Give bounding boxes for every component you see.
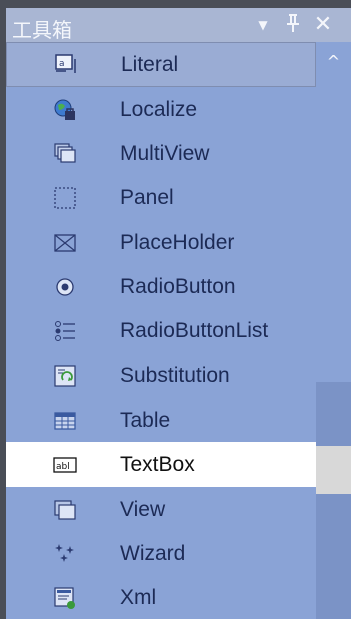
- toolbox-item-label: Wizard: [120, 541, 186, 565]
- toolbox-item-textbox[interactable]: abl TextBox: [6, 442, 316, 487]
- toolbox-item-literal[interactable]: a Literal: [6, 42, 316, 87]
- scroll-up-arrow-icon[interactable]: ^: [316, 42, 351, 82]
- toolbox-item-radiobuttonlist[interactable]: RadioButtonList: [6, 308, 316, 353]
- toolbox-item-panel[interactable]: Panel: [6, 175, 316, 220]
- textbox-icon: abl: [53, 453, 77, 477]
- toolbox-item-label: Panel: [120, 185, 174, 209]
- toolbox-item-label: RadioButton: [120, 274, 236, 298]
- close-icon[interactable]: ✕: [312, 12, 334, 38]
- radiobutton-icon: [53, 275, 77, 299]
- pin-icon[interactable]: [282, 12, 304, 38]
- radiobuttonlist-icon: [53, 319, 77, 343]
- toolbox-item-localize[interactable]: Localize: [6, 87, 316, 132]
- toolbox-item-xml[interactable]: Xml: [6, 575, 316, 619]
- literal-icon: a: [54, 53, 78, 77]
- toolbox-item-multiview[interactable]: MultiView: [6, 131, 316, 176]
- toolbox-item-label: PlaceHolder: [120, 230, 235, 254]
- svg-text:a: a: [59, 59, 65, 69]
- toolbox-item-label: Literal: [121, 52, 179, 76]
- svg-text:abl: abl: [56, 462, 70, 472]
- view-icon: [53, 498, 77, 522]
- table-icon: [53, 409, 77, 433]
- toolbox-item-radiobutton[interactable]: RadioButton: [6, 264, 316, 309]
- dropdown-icon[interactable]: ▼: [252, 12, 274, 38]
- multiview-icon: [53, 142, 77, 166]
- toolbox-item-wizard[interactable]: Wizard: [6, 531, 316, 576]
- panel-icon: [53, 186, 77, 210]
- wizard-icon: [53, 542, 77, 566]
- toolbox-item-substitution[interactable]: Substitution: [6, 353, 316, 398]
- toolbox-item-label: View: [120, 497, 166, 521]
- toolbox-item-label: RadioButtonList: [120, 318, 269, 342]
- toolbox-title: 工具箱: [12, 18, 72, 42]
- toolbox-item-label: Table: [120, 408, 171, 432]
- toolbox-item-label: MultiView: [120, 141, 210, 165]
- toolbox-item-list: a Literal Localize MultiView Panel Place…: [6, 42, 316, 619]
- toolbox-item-label: TextBox: [120, 452, 195, 476]
- toolbox-titlebar: 工具箱 ▼ ✕: [6, 8, 351, 42]
- toolbox-item-placeholder[interactable]: PlaceHolder: [6, 220, 316, 265]
- localize-icon: [53, 98, 77, 122]
- window-frame: 工具箱 ▼ ✕ a Literal Localize MultiView Pan…: [0, 0, 351, 619]
- toolbox-panel: 工具箱 ▼ ✕ a Literal Localize MultiView Pan…: [6, 8, 351, 619]
- toolbox-item-view[interactable]: View: [6, 487, 316, 532]
- scrollbar-track[interactable]: [316, 382, 351, 619]
- toolbox-item-label: Localize: [120, 97, 198, 121]
- xml-icon: [53, 586, 77, 610]
- placeholder-icon: [53, 231, 77, 255]
- toolbox-item-label: Xml: [120, 585, 157, 609]
- vertical-scrollbar[interactable]: ^: [316, 42, 351, 619]
- toolbox-item-label: Substitution: [120, 363, 230, 387]
- substitution-icon: [53, 364, 77, 388]
- toolbox-item-table[interactable]: Table: [6, 398, 316, 443]
- scrollbar-thumb[interactable]: [316, 446, 351, 494]
